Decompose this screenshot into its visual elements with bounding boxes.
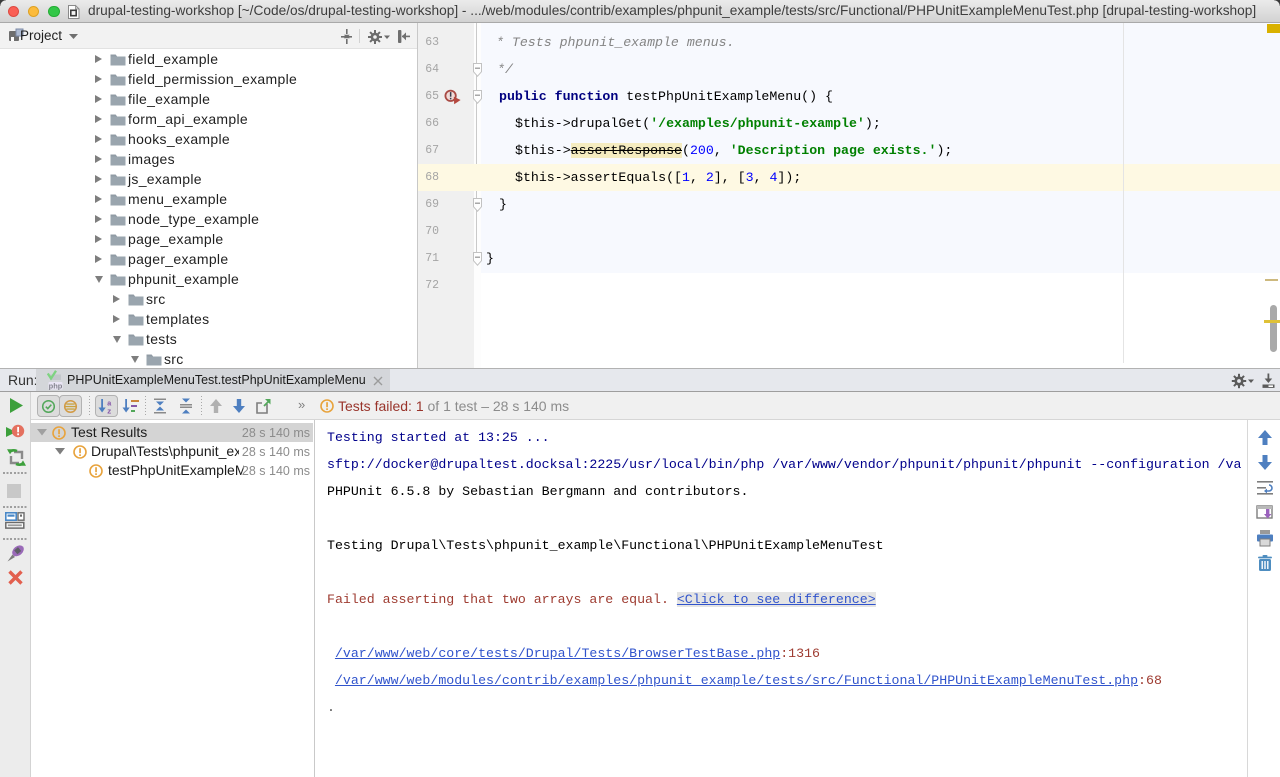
- svg-text:z: z: [107, 409, 112, 416]
- svg-text:php: php: [49, 381, 63, 390]
- svg-text:a: a: [107, 401, 112, 409]
